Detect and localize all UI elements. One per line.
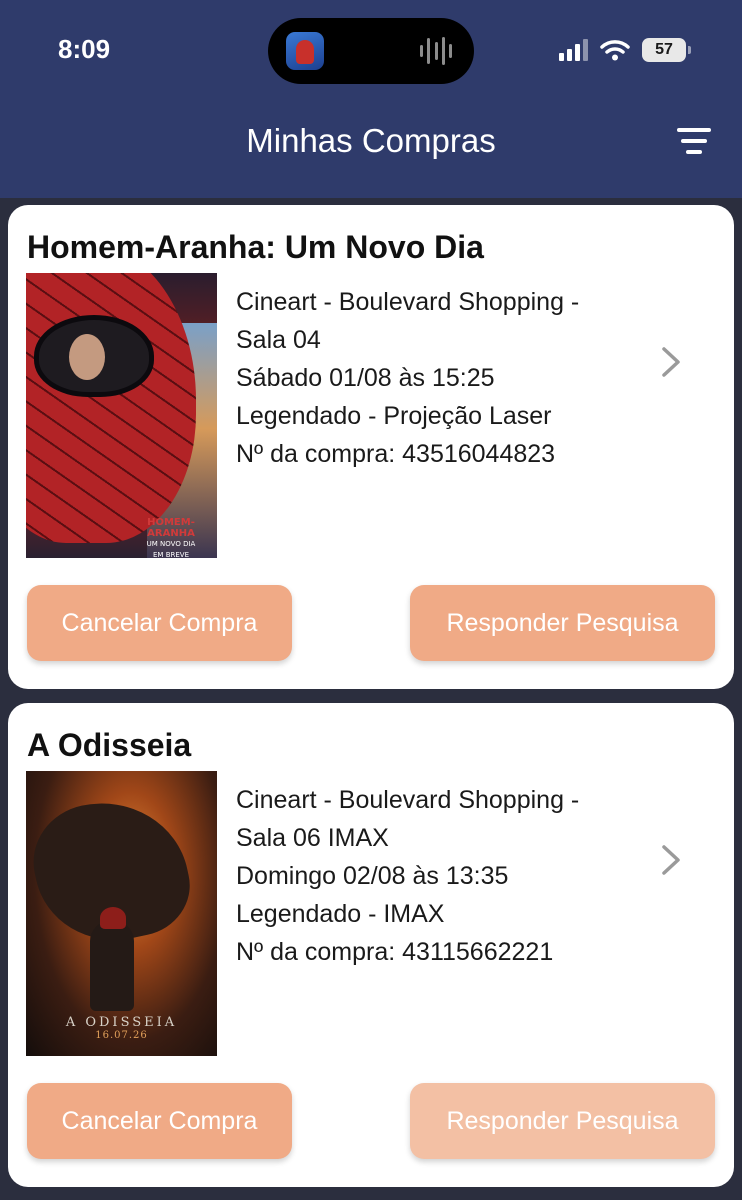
chevron-right-icon[interactable] [658,843,684,877]
chevron-right-icon[interactable] [658,345,684,379]
now-playing-app-icon [286,32,324,70]
status-icons: 57 [559,36,691,64]
cancel-purchase-button[interactable]: Cancelar Compra [27,585,292,661]
purchase-card[interactable]: A Odisseia A ODISSEIA 16.07.26 Cineart -… [8,703,734,1187]
room-name: Sala 04 [236,326,321,354]
poster-logo: HOMEM-ARANHA UM NOVO DIA EM BREVE [146,517,196,558]
poster-logo: A ODISSEIA 16.07.26 [65,1015,178,1041]
order-number: Nº da compra: 43516044823 [236,440,556,468]
movie-title: A Odisseia [27,727,192,763]
session-format: Legendado - Projeção Laser [236,402,552,430]
movie-poster: A ODISSEIA 16.07.26 [26,771,217,1056]
purchase-card[interactable]: Homem-Aranha: Um Novo Dia HOMEM-ARANHA U… [8,205,734,689]
wifi-icon [600,40,630,61]
audio-wave-icon [420,36,452,66]
cellular-signal-icon [559,39,588,61]
status-time: 8:09 [58,34,111,64]
session-datetime: Sábado 01/08 às 15:25 [236,364,495,392]
movie-poster: HOMEM-ARANHA UM NOVO DIA EM BREVE [26,273,217,558]
order-number: Nº da compra: 43115662221 [236,938,554,966]
battery-level: 57 [655,41,673,58]
cinema-name: Cineart - Boulevard Shopping - [236,288,580,316]
filter-icon[interactable] [676,128,712,160]
cinema-name: Cineart - Boulevard Shopping - [236,786,580,814]
app-header: 8:09 57 Minhas Compras [0,0,742,198]
answer-survey-button[interactable]: Responder Pesquisa [410,1083,715,1159]
dynamic-island [268,18,474,84]
session-info: Cineart - Boulevard Shopping - Sala 06 I… [236,781,646,971]
session-datetime: Domingo 02/08 às 13:35 [236,862,509,890]
session-format: Legendado - IMAX [236,900,445,928]
session-info: Cineart - Boulevard Shopping - Sala 04 S… [236,283,646,473]
room-name: Sala 06 IMAX [236,824,389,852]
battery-icon: 57 [642,38,691,62]
cancel-purchase-button[interactable]: Cancelar Compra [27,1083,292,1159]
movie-title: Homem-Aranha: Um Novo Dia [27,229,484,265]
page-title: Minhas Compras [246,122,496,159]
answer-survey-button[interactable]: Responder Pesquisa [410,585,715,661]
